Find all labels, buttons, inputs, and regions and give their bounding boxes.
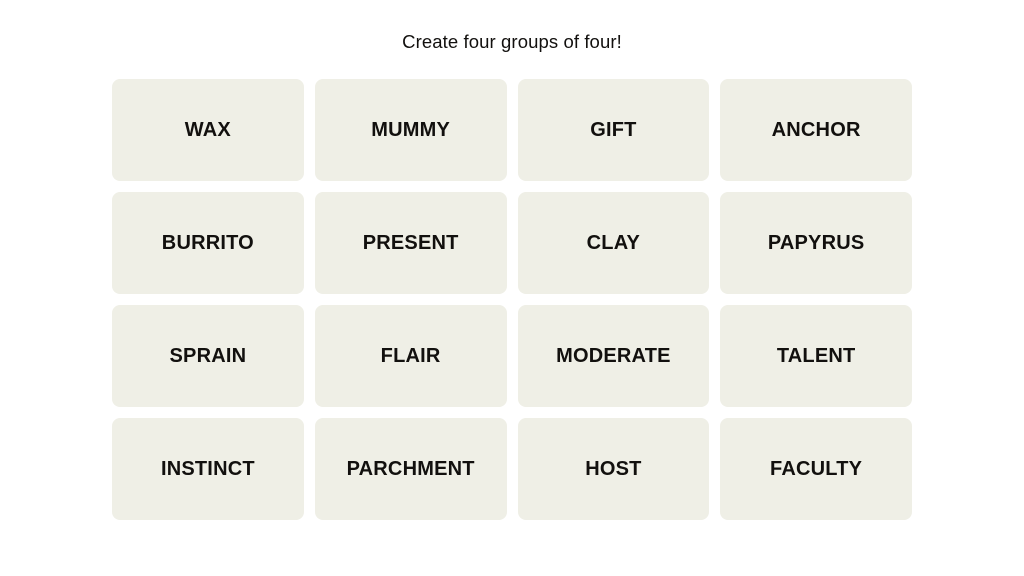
word-tile-label: BURRITO [161,231,254,254]
word-tile-label: PRESENT [362,231,459,254]
word-tile-label: HOST [585,457,642,480]
word-tile-label: MODERATE [556,344,671,367]
word-grid: WAX MUMMY GIFT ANCHOR BURRITO PRESENT CL… [112,78,912,520]
connections-game: Create four groups of four! WAX MUMMY GI… [0,0,1024,576]
word-tile-label: PARCHMENT [346,457,475,480]
word-tile-label: WAX [184,118,231,141]
word-tile-label: SPRAIN [169,344,247,367]
word-tile-label: MUMMY [371,118,450,141]
word-tile[interactable]: WAX [112,78,304,181]
word-tile[interactable]: MODERATE [517,304,710,407]
word-tile[interactable]: PAPYRUS [720,191,912,294]
word-tile[interactable]: INSTINCT [112,417,304,520]
word-tile-label: FLAIR [380,344,441,367]
word-tile-label: CLAY [586,231,641,254]
word-tile[interactable]: SPRAIN [112,304,304,407]
word-tile[interactable]: CLAY [517,191,710,294]
word-tile[interactable]: PARCHMENT [314,417,507,520]
word-tile[interactable]: ANCHOR [720,78,912,181]
word-tile[interactable]: GIFT [517,78,710,181]
word-tile-label: PAPYRUS [767,231,865,254]
word-tile[interactable]: TALENT [720,304,912,407]
word-tile-label: GIFT [590,118,637,141]
word-tile[interactable]: HOST [517,417,710,520]
word-tile[interactable]: BURRITO [112,191,304,294]
word-tile-label: FACULTY [770,457,863,480]
word-tile-label: INSTINCT [160,457,255,480]
word-tile-label: ANCHOR [771,118,861,141]
word-tile[interactable]: PRESENT [314,191,507,294]
word-tile[interactable]: MUMMY [314,78,507,181]
word-tile-label: TALENT [776,344,856,367]
word-tile[interactable]: FLAIR [314,304,507,407]
game-instruction: Create four groups of four! [402,31,622,52]
word-tile[interactable]: FACULTY [720,417,912,520]
